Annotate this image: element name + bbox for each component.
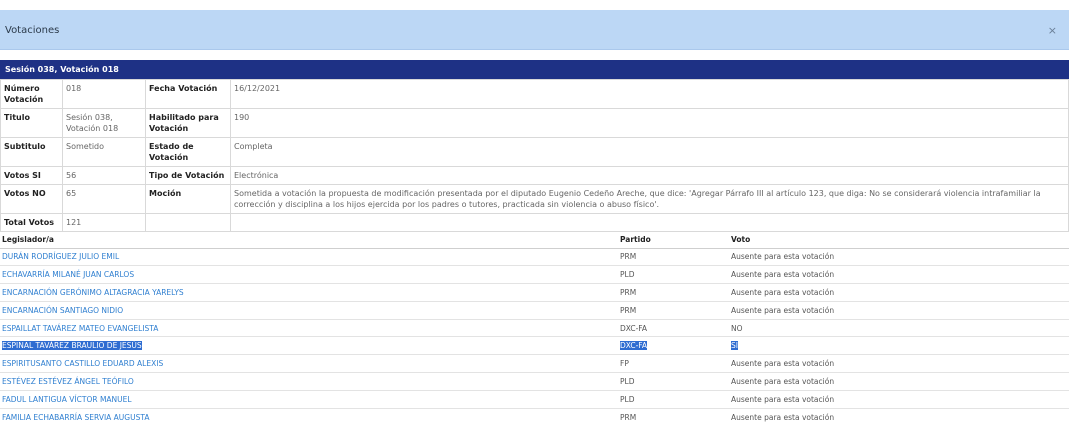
voto-header[interactable]: Voto — [729, 232, 1069, 249]
habilitado-label: Habilitado para Votación — [145, 108, 231, 138]
info-row: Votos SI 56 Tipo de Votación Electrónica — [0, 166, 1069, 185]
vote-cell: Ausente para esta votación — [729, 301, 1069, 320]
legislator-link[interactable]: ENCARNACIÓN GERÓNIMO ALTAGRACIA YARELYS — [0, 283, 618, 302]
legislator-link[interactable]: FADUL LANTIGUA VÍCTOR MANUEL — [0, 390, 618, 409]
legislator-link[interactable]: ESPIRITUSANTO CASTILLO EDUARD ALEXIS — [0, 354, 618, 374]
selected-text: ESPINAL TAVÁREZ BRAULIO DE JESÚS — [2, 341, 142, 351]
table-row: FAMILIA ECHABARRÍA SERVIA AUGUSTA PRM Au… — [0, 408, 1069, 422]
habilitado-value: 190 — [230, 108, 1069, 138]
info-row: Votos NO 65 Moción Sometida a votación l… — [0, 184, 1069, 214]
titulo-label: Titulo — [0, 108, 63, 138]
legislator-link[interactable]: ECHAVARRÍA MILANÉ JUAN CARLOS — [0, 265, 618, 285]
mocion-value: Sometida a votación la propuesta de modi… — [230, 184, 1069, 214]
info-row: Total Votos 121 — [0, 213, 1069, 232]
votos-no-value: 65 — [62, 184, 146, 214]
subtitulo-label: Subtitulo — [0, 137, 63, 167]
votos-si-value: 56 — [62, 166, 146, 185]
close-icon[interactable]: × — [1048, 24, 1057, 37]
legislator-link[interactable]: ESTÉVEZ ESTÉVEZ ÁNGEL TEÓFILO — [0, 372, 618, 391]
table-row: ESPAILLAT TAVÁREZ MATEO EVANGELISTA DXC-… — [0, 319, 1069, 338]
party-cell: PRM — [618, 301, 729, 320]
legislator-link[interactable]: DURÁN RODRÍGUEZ JULIO EMIL — [0, 248, 618, 267]
info-row: Titulo Sesión 038, Votación 018 Habilita… — [0, 108, 1069, 138]
votes-table: Legislador/a Partido Voto DURÁN RODRÍGUE… — [0, 232, 1069, 422]
table-row: ESPIRITUSANTO CASTILLO EDUARD ALEXIS FP … — [0, 354, 1069, 374]
estado-label: Estado de Votación — [145, 137, 231, 167]
party-cell: PLD — [618, 265, 729, 285]
votos-si-label: Votos SI — [0, 166, 63, 185]
info-row: Número Votación 018 Fecha Votación 16/12… — [0, 79, 1069, 109]
vote-cell: Ausente para esta votación — [729, 265, 1069, 285]
empty-cell — [145, 213, 231, 232]
estado-value: Completa — [230, 137, 1069, 167]
legislator-link[interactable]: FAMILIA ECHABARRÍA SERVIA AUGUSTA — [0, 408, 618, 422]
party-cell: PRM — [618, 408, 729, 422]
table-row: ECHAVARRÍA MILANÉ JUAN CARLOS PLD Ausent… — [0, 265, 1069, 285]
party-cell: PRM — [618, 248, 729, 267]
selected-text: SI — [731, 341, 738, 351]
session-header: Sesión 038, Votación 018 — [0, 60, 1069, 79]
vote-cell: SI — [729, 336, 1069, 356]
vote-info-table: Número Votación 018 Fecha Votación 16/12… — [0, 79, 1069, 232]
numero-label: Número Votación — [0, 79, 63, 109]
vote-cell: Ausente para esta votación — [729, 372, 1069, 391]
party-cell: DXC-FA — [618, 319, 729, 338]
fecha-label: Fecha Votación — [145, 79, 231, 109]
vote-cell: Ausente para esta votación — [729, 408, 1069, 422]
modal-title: Votaciones — [5, 25, 60, 36]
party-cell: PRM — [618, 283, 729, 302]
party-cell: PLD — [618, 372, 729, 391]
table-row: DURÁN RODRÍGUEZ JULIO EMIL PRM Ausente p… — [0, 248, 1069, 267]
party-cell: DXC-FA — [618, 336, 729, 356]
vote-cell: Ausente para esta votación — [729, 354, 1069, 374]
legislator-link[interactable]: ESPINAL TAVÁREZ BRAULIO DE JESÚS — [0, 336, 618, 356]
partido-header[interactable]: Partido — [618, 232, 729, 249]
total-value: 121 — [62, 213, 146, 232]
info-row: Subtitulo Sometido Estado de Votación Co… — [0, 137, 1069, 167]
subtitulo-value: Sometido — [62, 137, 146, 167]
titulo-value: Sesión 038, Votación 018 — [62, 108, 146, 138]
selected-text: DXC-FA — [620, 341, 648, 351]
table-row-selected: ESPINAL TAVÁREZ BRAULIO DE JESÚS DXC-FA … — [0, 336, 1069, 356]
fecha-value: 16/12/2021 — [230, 79, 1069, 109]
vote-cell: Ausente para esta votación — [729, 248, 1069, 267]
vote-cell: NO — [729, 319, 1069, 338]
empty-cell — [230, 213, 1069, 232]
legislator-link[interactable]: ENCARNACIÓN SANTIAGO NIDIO — [0, 301, 618, 320]
tipo-value: Electrónica — [230, 166, 1069, 185]
party-cell: PLD — [618, 390, 729, 409]
votes-header-row: Legislador/a Partido Voto — [0, 232, 1069, 249]
mocion-label: Moción — [145, 184, 231, 214]
vote-cell: Ausente para esta votación — [729, 283, 1069, 302]
table-row: ESTÉVEZ ESTÉVEZ ÁNGEL TEÓFILO PLD Ausent… — [0, 372, 1069, 391]
party-cell: FP — [618, 354, 729, 374]
vote-cell: Ausente para esta votación — [729, 390, 1069, 409]
total-label: Total Votos — [0, 213, 63, 232]
table-row: ENCARNACIÓN GERÓNIMO ALTAGRACIA YARELYS … — [0, 283, 1069, 302]
table-row: ENCARNACIÓN SANTIAGO NIDIO PRM Ausente p… — [0, 301, 1069, 320]
table-row: FADUL LANTIGUA VÍCTOR MANUEL PLD Ausente… — [0, 390, 1069, 409]
tipo-label: Tipo de Votación — [145, 166, 231, 185]
numero-value: 018 — [62, 79, 146, 109]
legislator-link[interactable]: ESPAILLAT TAVÁREZ MATEO EVANGELISTA — [0, 319, 618, 338]
modal-header: Votaciones × — [0, 10, 1069, 50]
votos-no-label: Votos NO — [0, 184, 63, 214]
legislador-header[interactable]: Legislador/a — [0, 232, 618, 249]
